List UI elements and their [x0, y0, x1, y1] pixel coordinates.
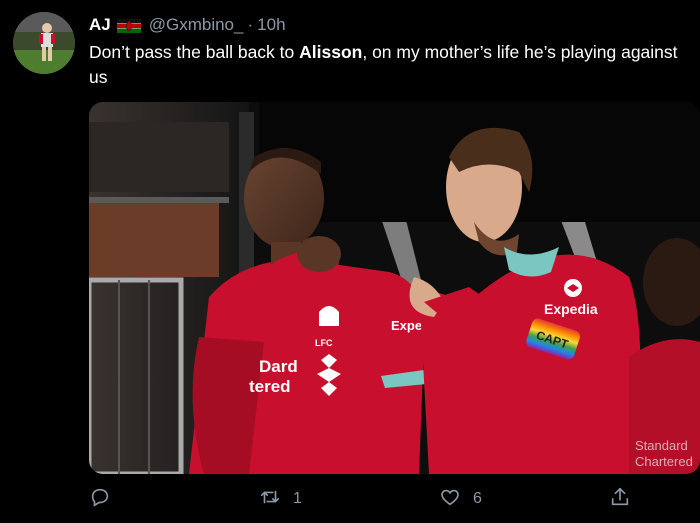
- tweet-text: Don’t pass the ball back to Alisson, on …: [89, 40, 699, 90]
- shirt-crest-text: LFC: [315, 338, 333, 348]
- shirt-sponsor-text-1: Dard: [259, 357, 298, 376]
- like-button[interactable]: 6: [439, 485, 482, 513]
- author-avatar[interactable]: [13, 12, 75, 74]
- author-display-name[interactable]: AJ: [89, 15, 111, 35]
- kenya-flag-icon: [116, 18, 141, 33]
- like-count: 6: [473, 490, 482, 507]
- author-handle[interactable]: @Gxmbino_: [149, 15, 244, 35]
- retweet-button[interactable]: 1: [259, 485, 302, 513]
- share-icon: [609, 486, 631, 513]
- tweet-text-mention-bold: Alisson: [299, 42, 363, 62]
- shirt-sponsor-right: Expedia: [544, 301, 598, 317]
- tweet-text-part-1: Don’t pass the ball back to: [89, 42, 300, 62]
- bg-shirt-text-2: Chartered: [635, 454, 693, 469]
- tweet-actions: 1 6: [89, 485, 649, 513]
- tweet-timestamp[interactable]: 10h: [257, 15, 285, 35]
- shirt-sponsor-text-2: tered: [249, 377, 291, 396]
- tweet-header: AJ @Gxmbino_ · 10h: [89, 14, 286, 36]
- reply-button[interactable]: [89, 485, 111, 513]
- shirt-sponsor-sleeve: Expe: [391, 318, 422, 333]
- retweet-icon: [259, 486, 281, 513]
- heart-icon: [439, 486, 461, 513]
- avatar-image: [13, 12, 75, 74]
- separator-dot: ·: [247, 15, 254, 34]
- tweet-photo[interactable]: Dard tered LFC Expe CAPT Expedia Standar…: [89, 102, 700, 474]
- reply-icon: [89, 486, 111, 513]
- bg-shirt-text-1: Standard: [635, 438, 688, 453]
- retweet-count: 1: [293, 490, 302, 507]
- share-button[interactable]: [609, 485, 631, 513]
